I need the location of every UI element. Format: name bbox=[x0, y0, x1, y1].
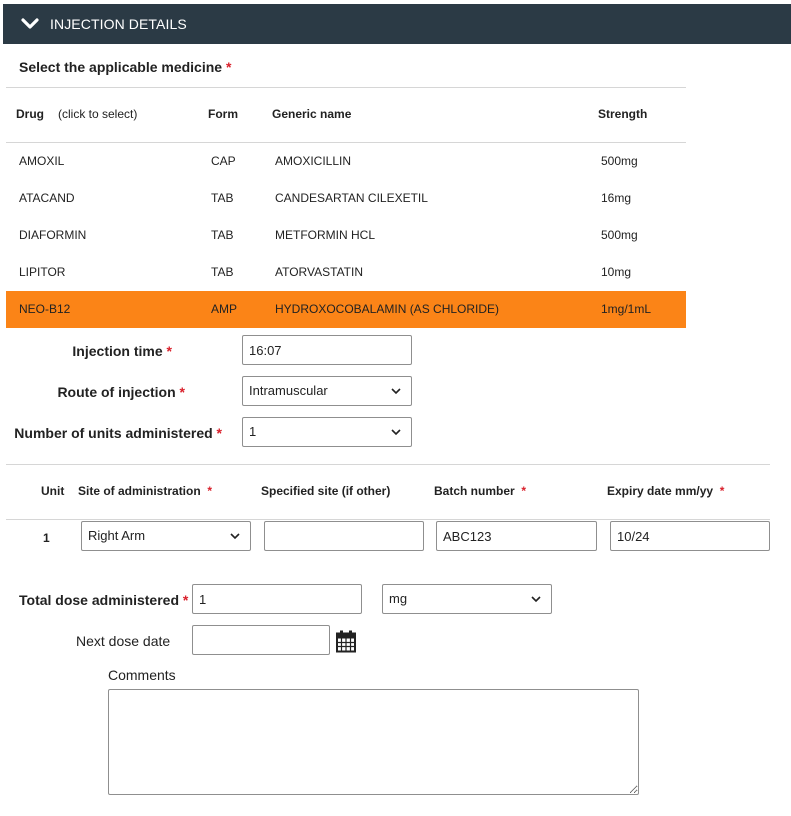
medicine-row-atacand[interactable]: ATACAND TAB CANDESARTAN CILEXETIL 16mg bbox=[6, 180, 686, 217]
required-mark: * bbox=[179, 384, 185, 400]
total-dose-input[interactable] bbox=[192, 584, 362, 614]
medicine-prompt-text: Select the applicable medicine bbox=[19, 59, 223, 75]
col-batch: Batch number * bbox=[434, 484, 526, 498]
form-cell: CAP bbox=[211, 154, 236, 168]
col-strength: Strength bbox=[598, 107, 648, 121]
required-mark: * bbox=[207, 484, 213, 498]
label-text: Number of units administered bbox=[14, 425, 213, 441]
strength-cell: 10mg bbox=[601, 265, 632, 279]
strength-cell: 500mg bbox=[601, 154, 638, 168]
calendar-icon[interactable] bbox=[335, 630, 357, 653]
required-mark: * bbox=[216, 425, 222, 441]
specified-site-input[interactable] bbox=[264, 521, 424, 551]
generic-cell: CANDESARTAN CILEXETIL bbox=[275, 191, 428, 205]
generic-cell: ATORVASTATIN bbox=[275, 265, 364, 279]
chevron-down-icon bbox=[391, 388, 401, 395]
select-value: Intramuscular bbox=[249, 383, 328, 398]
strength-cell: 16mg bbox=[601, 191, 632, 205]
chevron-down-icon bbox=[21, 18, 39, 29]
medicine-row-amoxil[interactable]: AMOXIL CAP AMOXICILLIN 500mg bbox=[6, 143, 686, 180]
select-value: 1 bbox=[249, 424, 257, 439]
route-select[interactable]: Intramuscular bbox=[242, 376, 412, 406]
comments-label: Comments bbox=[108, 667, 176, 683]
medicine-row-neo-b12[interactable]: NEO-B12 AMP HYDROXOCOBALAMIN (AS CHLORID… bbox=[6, 291, 686, 328]
injection-time-label: Injection time * bbox=[72, 343, 172, 359]
select-value: Right Arm bbox=[88, 528, 146, 543]
medicine-row-lipitor[interactable]: LIPITOR TAB ATORVASTATIN 10mg bbox=[6, 254, 686, 291]
next-dose-label: Next dose date bbox=[76, 633, 171, 649]
injection-time-input[interactable] bbox=[242, 335, 412, 365]
required-mark: * bbox=[225, 59, 232, 75]
label-text: Total dose administered bbox=[19, 592, 179, 608]
label-text: Batch number bbox=[434, 484, 515, 498]
form-cell: AMP bbox=[211, 302, 238, 316]
col-drug: Drug bbox=[16, 107, 44, 121]
divider bbox=[6, 87, 686, 88]
label-text: Injection time bbox=[72, 343, 163, 359]
label-text: Site of administration bbox=[78, 484, 201, 498]
medicine-row-diaformin[interactable]: DIAFORMIN TAB METFORMIN HCL 500mg bbox=[6, 217, 686, 254]
generic-cell: HYDROXOCOBALAMIN (AS CHLORIDE) bbox=[275, 302, 500, 316]
drug-cell: ATACAND bbox=[19, 191, 75, 205]
drug-cell: LIPITOR bbox=[19, 265, 66, 279]
chevron-down-icon bbox=[391, 429, 401, 436]
divider bbox=[6, 464, 770, 465]
units-label: Number of units administered * bbox=[14, 425, 222, 441]
label-text: Expiry date mm/yy bbox=[607, 484, 714, 498]
comments-textarea[interactable] bbox=[108, 689, 639, 795]
required-mark: * bbox=[166, 343, 172, 359]
col-expiry: Expiry date mm/yy * bbox=[607, 484, 724, 498]
chevron-down-icon bbox=[230, 533, 240, 540]
drug-cell: AMOXIL bbox=[19, 154, 65, 168]
medicine-prompt: Select the applicable medicine * bbox=[19, 59, 231, 75]
col-generic-name: Generic name bbox=[272, 107, 352, 121]
dose-unit-select[interactable]: mg bbox=[382, 584, 552, 614]
route-label: Route of injection * bbox=[57, 384, 185, 400]
next-dose-input[interactable] bbox=[192, 625, 330, 655]
col-form: Form bbox=[208, 107, 238, 121]
label-text: Route of injection bbox=[57, 384, 176, 400]
form-cell: TAB bbox=[211, 228, 234, 242]
strength-cell: 1mg/1mL bbox=[601, 302, 652, 316]
drug-cell: DIAFORMIN bbox=[19, 228, 87, 242]
col-site: Site of administration * bbox=[78, 484, 212, 498]
col-click-hint: (click to select) bbox=[58, 107, 138, 121]
total-dose-label: Total dose administered * bbox=[19, 592, 188, 608]
select-value: mg bbox=[389, 591, 408, 606]
strength-cell: 500mg bbox=[601, 228, 638, 242]
expiry-date-input[interactable] bbox=[610, 521, 770, 551]
col-specified-site: Specified site (if other) bbox=[261, 484, 391, 498]
section-title: INJECTION DETAILS bbox=[50, 16, 187, 32]
site-select[interactable]: Right Arm bbox=[81, 521, 251, 551]
units-select[interactable]: 1 bbox=[242, 417, 412, 447]
form-cell: TAB bbox=[211, 265, 234, 279]
divider bbox=[6, 519, 770, 520]
required-mark: * bbox=[719, 484, 725, 498]
form-cell: TAB bbox=[211, 191, 234, 205]
required-mark: * bbox=[521, 484, 527, 498]
generic-cell: METFORMIN HCL bbox=[275, 228, 375, 242]
section-header[interactable]: INJECTION DETAILS bbox=[3, 4, 791, 44]
unit-number: 1 bbox=[43, 531, 50, 545]
required-mark: * bbox=[182, 592, 189, 608]
chevron-down-icon bbox=[531, 596, 541, 603]
drug-cell: NEO-B12 bbox=[19, 302, 71, 316]
batch-number-input[interactable] bbox=[436, 521, 597, 551]
generic-cell: AMOXICILLIN bbox=[275, 154, 352, 168]
col-unit: Unit bbox=[41, 484, 65, 498]
